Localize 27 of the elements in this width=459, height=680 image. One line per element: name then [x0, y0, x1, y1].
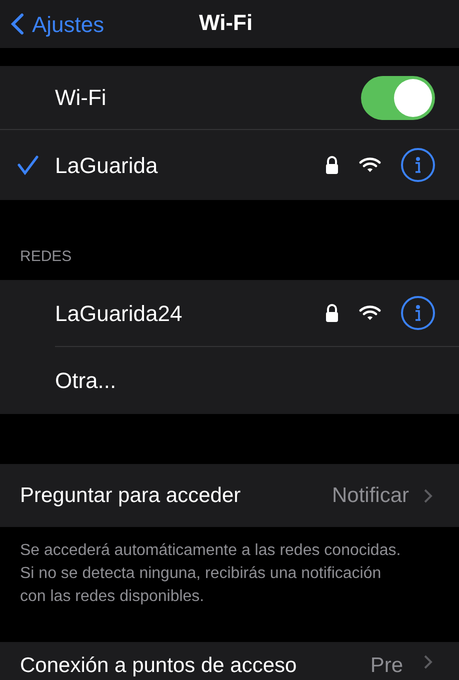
back-button[interactable]: Ajustes	[0, 8, 104, 40]
wifi-toggle[interactable]	[361, 76, 435, 120]
hotspot-row[interactable]: Conexión a puntos de acceso Pre	[0, 642, 459, 680]
ask-label: Preguntar para acceder	[20, 482, 242, 509]
page-title: Wi-Fi	[199, 9, 253, 37]
other-network-label: Otra...	[55, 367, 118, 395]
network-row[interactable]: LaGuarida24	[55, 280, 459, 347]
wifi-icon	[359, 157, 381, 173]
chevron-icon	[423, 488, 433, 504]
network-name: LaGuarida24	[55, 300, 184, 328]
chevron-icon	[423, 654, 433, 670]
info-button[interactable]	[401, 148, 435, 182]
ask-row[interactable]: Preguntar para acceder Notificar	[0, 464, 459, 527]
info-button[interactable]	[401, 296, 435, 330]
ask-value: Notificar	[332, 482, 409, 509]
hotspot-label: Conexión a puntos de acceso	[20, 653, 298, 679]
section-header: REDES	[20, 246, 72, 266]
wifi-icon	[359, 305, 381, 321]
back-chevron-icon	[10, 13, 24, 35]
network-row[interactable]: LaGuarida	[0, 130, 459, 200]
hotspot-value: Pre	[370, 653, 403, 679]
network-row[interactable]: Otra...	[55, 347, 459, 414]
wifi-label: Wi-Fi	[55, 84, 108, 112]
info-icon	[415, 157, 421, 173]
info-icon	[415, 305, 421, 321]
network-name: LaGuarida	[55, 152, 159, 180]
footer-text: Se accederá automáticamente a las redes conocidas. Si no se detecta ninguna, recibirás una notificación con las redes disponibles.	[19, 541, 402, 607]
